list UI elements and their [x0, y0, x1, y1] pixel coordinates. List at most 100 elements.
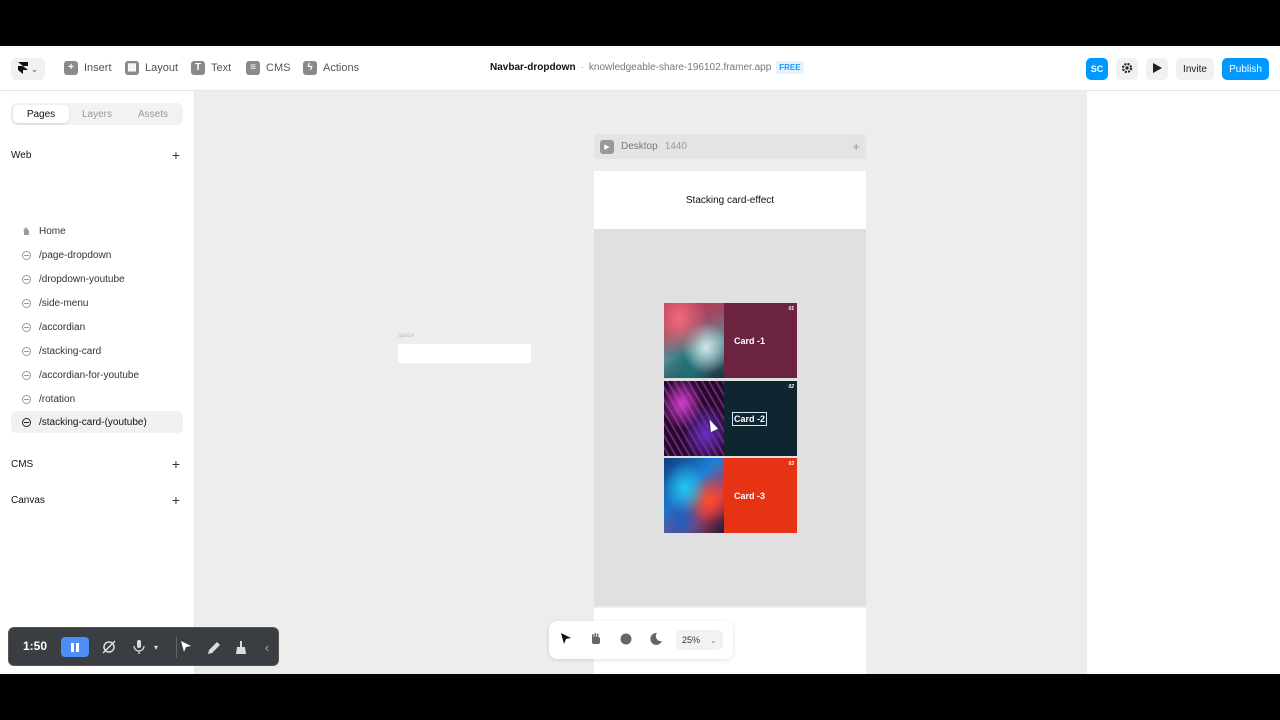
properties-panel: [1086, 91, 1280, 674]
database-icon: ≡: [246, 61, 260, 75]
page-item-label: /accordian: [39, 321, 86, 333]
zoom-select[interactable]: 25% ⌄: [676, 630, 723, 650]
page-item-label: /stacking-card-(youtube): [39, 416, 147, 428]
hand-icon: [590, 632, 602, 648]
framer-logo-icon: [17, 61, 28, 77]
collapse-icon[interactable]: ‹: [258, 638, 276, 656]
card-image: [664, 381, 724, 456]
top-toolbar: ⌄ + Insert ▦ Layout T Text ≡ CMS ϟ Actio…: [0, 46, 1280, 91]
mic-options-icon[interactable]: ▾: [147, 638, 165, 656]
page-item-label: /accordian-for-youtube: [39, 369, 140, 381]
play-icon[interactable]: ▶: [600, 139, 614, 154]
frame-header[interactable]: ▶ Desktop 1440 +: [594, 134, 866, 159]
pen-icon[interactable]: [205, 638, 223, 656]
framer-menu-button[interactable]: ⌄: [11, 58, 45, 80]
page-item-stacking-card-youtube[interactable]: /stacking-card-(youtube): [11, 411, 183, 433]
theme-toggle[interactable]: [648, 632, 664, 648]
card-2[interactable]: Card -2 02: [664, 381, 797, 456]
page-item-label: /side-menu: [39, 297, 89, 309]
preview-button[interactable]: [1146, 58, 1168, 80]
moon-icon: [650, 632, 662, 648]
pause-icon-bar: [71, 642, 74, 652]
project-url[interactable]: knowledgeable-share-196102.framer.app: [589, 62, 771, 73]
actions-label: Actions: [323, 62, 360, 74]
card-label[interactable]: Card -2: [731, 411, 768, 426]
cms-button[interactable]: ≡ CMS: [246, 60, 290, 76]
pointer-tool[interactable]: [558, 632, 574, 648]
text-button[interactable]: T Text: [191, 60, 231, 76]
globe-icon: [22, 346, 31, 356]
plus-icon: +: [64, 61, 78, 75]
card-number: 02: [788, 384, 794, 390]
frame-name: Desktop: [621, 141, 658, 152]
add-canvas-icon[interactable]: +: [169, 492, 183, 508]
frame-width: 1440: [664, 141, 687, 152]
text-icon: T: [191, 61, 205, 75]
insert-label: Insert: [84, 62, 112, 74]
card-image: [664, 303, 724, 378]
page-item-home[interactable]: Home: [11, 220, 183, 242]
page-item-side-menu[interactable]: /side-menu: [11, 292, 183, 314]
title-separator: ·: [580, 62, 584, 73]
card-1[interactable]: Card -1 01: [664, 303, 797, 378]
page-item-label: /dropdown-youtube: [39, 273, 125, 285]
recording-time: 1:50: [23, 639, 48, 653]
invite-button[interactable]: Invite: [1176, 58, 1214, 80]
settings-button[interactable]: [1116, 58, 1138, 80]
add-cms-icon[interactable]: +: [169, 456, 183, 472]
add-breakpoint-icon[interactable]: +: [852, 139, 860, 154]
pause-button[interactable]: [61, 637, 89, 657]
card-3[interactable]: Card -3 03: [664, 458, 797, 533]
mic-icon[interactable]: [130, 638, 148, 656]
section-canvas[interactable]: Canvas +: [11, 492, 183, 508]
page-item-label: Home: [39, 225, 66, 237]
camera-off-icon[interactable]: [100, 638, 118, 656]
space-frame[interactable]: [398, 344, 531, 363]
frame-heading: Stacking card-effect: [685, 194, 775, 206]
frame-heading-section[interactable]: Stacking card-effect: [594, 171, 866, 229]
space-frame-label[interactable]: space: [398, 333, 414, 339]
broom-icon[interactable]: [232, 638, 250, 656]
tab-pages[interactable]: Pages: [13, 105, 69, 123]
globe-icon: [22, 274, 31, 284]
pointer-icon[interactable]: [177, 638, 195, 656]
card-image: [664, 458, 724, 533]
section-canvas-label: Canvas: [11, 494, 45, 506]
card-number: 01: [788, 306, 794, 312]
page-item-accordian-for-youtube[interactable]: /accordian-for-youtube: [11, 364, 183, 386]
page-item-stacking-card[interactable]: /stacking-card: [11, 340, 183, 362]
actions-button[interactable]: ϟ Actions: [303, 60, 359, 76]
card-label[interactable]: Card -3: [734, 491, 765, 501]
insert-button[interactable]: + Insert: [64, 60, 112, 76]
card-label[interactable]: Card -1: [734, 336, 765, 346]
panel-tabs: Pages Layers Assets: [11, 103, 183, 125]
chevron-down-icon: ⌄: [30, 63, 39, 74]
card-panel: Card -1 01: [724, 303, 797, 378]
gear-icon: [1121, 62, 1133, 77]
globe-icon: [22, 394, 31, 404]
publish-button[interactable]: Publish: [1222, 58, 1269, 80]
layout-label: Layout: [145, 62, 179, 74]
globe-icon: [22, 370, 31, 380]
pointer-icon: [560, 632, 572, 648]
tab-assets[interactable]: Assets: [125, 105, 181, 123]
add-page-icon[interactable]: +: [169, 147, 183, 163]
hand-tool[interactable]: [588, 632, 604, 648]
project-title[interactable]: Navbar-dropdown · knowledgeable-share-19…: [490, 61, 804, 74]
page-item-rotation[interactable]: /rotation: [11, 388, 183, 410]
globe-icon: [22, 250, 31, 260]
tab-layers[interactable]: Layers: [69, 105, 125, 123]
recorder-toolbar: 1:50 ▾ ‹: [8, 627, 279, 666]
user-avatar[interactable]: SC: [1086, 58, 1108, 80]
section-cms[interactable]: CMS +: [11, 456, 183, 472]
layout-button[interactable]: ▦ Layout: [125, 60, 178, 76]
chevron-down-icon: ⌄: [710, 635, 717, 645]
page-item-accordian[interactable]: /accordian: [11, 316, 183, 338]
home-icon: [22, 226, 31, 236]
section-web[interactable]: Web +: [11, 147, 183, 163]
page-item-dropdown-youtube[interactable]: /dropdown-youtube: [11, 268, 183, 290]
page-item-page-dropdown[interactable]: /page-dropdown: [11, 244, 183, 266]
comment-tool[interactable]: [618, 632, 634, 648]
section-cms-label: CMS: [11, 458, 34, 470]
page-item-label: /rotation: [39, 393, 76, 405]
